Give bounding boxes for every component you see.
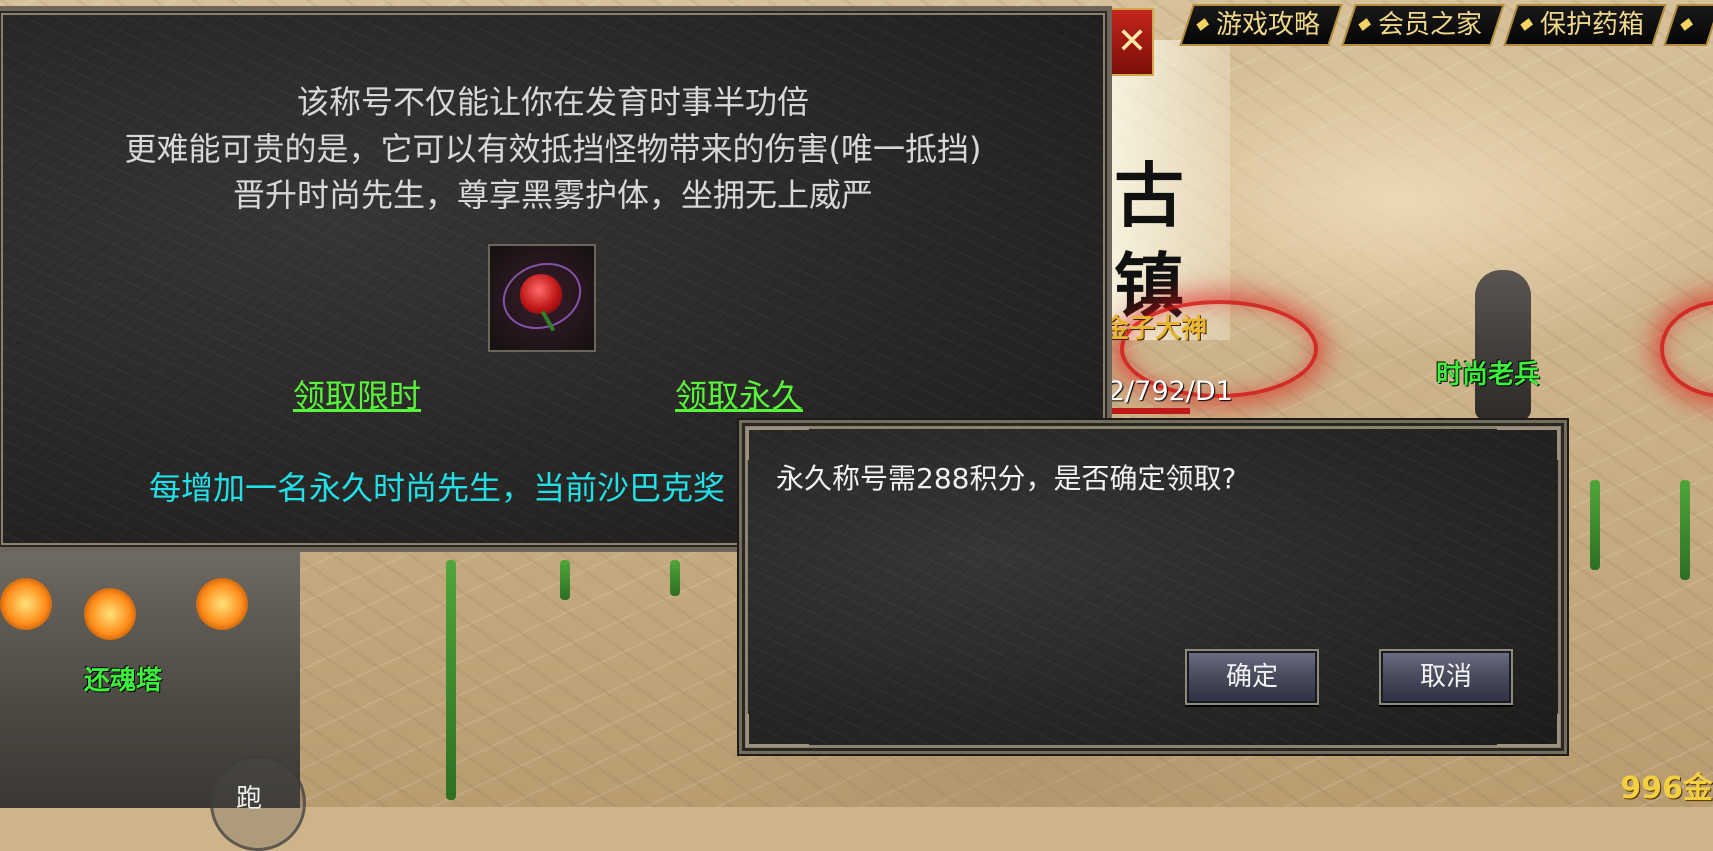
dialog-corner-ornament [1497, 714, 1560, 747]
magic-circle-right [1660, 300, 1713, 398]
plant [446, 560, 456, 800]
nav-item-member-home[interactable]: 会员之家 [1341, 4, 1505, 46]
sign-subtitle: 金子大神 [1103, 314, 1208, 344]
coordinate-hp-bar [1110, 408, 1190, 414]
tower-name-label[interactable]: 还魂塔 [84, 660, 162, 697]
diamond-icon [1196, 18, 1210, 31]
town-sign: 古 镇 [1100, 40, 1230, 340]
plant [1590, 480, 1600, 570]
nav-item-potion-box[interactable]: 保护药箱 [1503, 4, 1667, 46]
dialog-corner-ornament [746, 427, 809, 460]
npc-name-label[interactable]: 时尚老兵 [1436, 354, 1540, 391]
description-line: 晋升时尚先生，尊享黑雾护体，坐拥无上威严 [232, 176, 873, 214]
dialog-message: 永久称号需288积分，是否确定领取? [776, 462, 1237, 495]
close-panel-button[interactable]: ✕ [1110, 8, 1154, 76]
claim-timed-link[interactable]: 领取限时 [293, 371, 421, 417]
nav-item-label: 会员之家 [1378, 10, 1483, 40]
npc-figure[interactable] [1475, 270, 1531, 420]
plant [1680, 480, 1690, 580]
description-line: 该称号不仅能让你在发育时事半功倍 [296, 83, 809, 121]
dialog-corner-ornament [746, 714, 809, 747]
diamond-icon [1680, 18, 1694, 31]
top-nav: 游戏攻略 会员之家 保护药箱 [1150, 0, 1713, 46]
nav-item-game-guide[interactable]: 游戏攻略 [1179, 4, 1343, 46]
confirm-dialog: 永久称号需288积分，是否确定领取? 确定 取消 [739, 420, 1567, 754]
tower-fire-icon [196, 578, 248, 630]
cancel-button[interactable]: 取消 [1379, 649, 1513, 705]
nav-item-label: 游戏攻略 [1216, 10, 1321, 40]
plant [560, 560, 570, 600]
diamond-icon [1520, 18, 1534, 31]
confirm-button[interactable]: 确定 [1185, 649, 1319, 705]
nav-item-label: 保护药箱 [1540, 10, 1645, 40]
claim-permanent-link[interactable]: 领取永久 [675, 371, 803, 417]
diamond-icon [1358, 18, 1372, 31]
plant [670, 560, 680, 596]
nav-item-more[interactable] [1663, 4, 1713, 46]
tower-fire-icon [84, 588, 136, 640]
sign-glyph: 古 [1114, 154, 1184, 237]
sabak-reward-notice: 每增加一名永久时尚先生，当前沙巴克奖 [149, 469, 726, 507]
description-line: 更难能可贵的是，它可以有效抵挡怪物带来的伤害(唯一抵挡) [124, 130, 982, 168]
item-slot[interactable] [488, 244, 596, 352]
coordinate-readout: 2/792/D1 [1108, 376, 1233, 407]
close-icon: ✕ [1116, 21, 1148, 62]
run-toggle-label: 跑 [236, 784, 263, 814]
gold-counter: 996金 [1620, 771, 1713, 806]
tower-fire-icon [0, 578, 52, 630]
dialog-corner-ornament [1497, 427, 1560, 460]
